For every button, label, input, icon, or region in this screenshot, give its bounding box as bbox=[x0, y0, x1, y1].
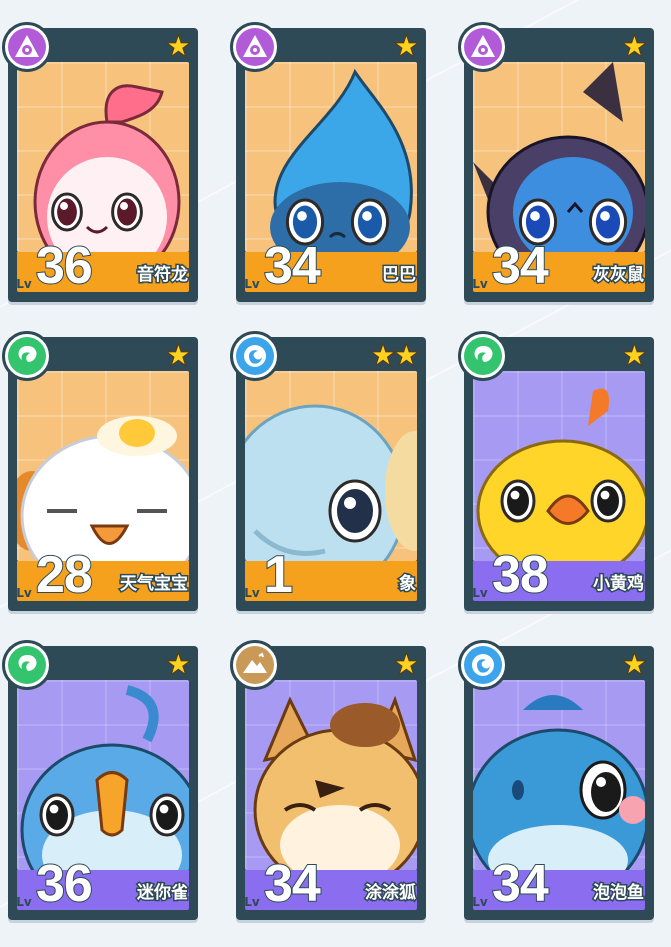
element-badge bbox=[458, 331, 508, 381]
level-value: 38 bbox=[491, 545, 550, 605]
star-icon: ★ bbox=[166, 341, 191, 371]
blue-fish-image bbox=[473, 695, 645, 870]
level-prefix: Lv bbox=[16, 277, 32, 291]
star-icon: ★ bbox=[370, 341, 395, 371]
pet-name: 涂涂狐 bbox=[364, 882, 418, 905]
creature-portrait bbox=[245, 680, 417, 870]
star-rating: ★ bbox=[394, 32, 419, 62]
star-icon: ★ bbox=[394, 32, 419, 62]
star-icon: ★ bbox=[394, 341, 419, 371]
pet-card[interactable]: ★ Lv 34 涂涂狐 bbox=[230, 640, 426, 920]
creature-portrait bbox=[473, 371, 645, 561]
star-rating: ★ bbox=[622, 341, 647, 371]
level-prefix: Lv bbox=[472, 277, 488, 291]
creature-portrait bbox=[17, 371, 189, 561]
level-prefix: Lv bbox=[16, 895, 32, 909]
element-badge bbox=[2, 640, 52, 690]
pet-card[interactable]: ★ Lv 34 巴巴 bbox=[230, 22, 426, 302]
creature-portrait bbox=[473, 680, 645, 870]
pet-name: 音符龙 bbox=[136, 264, 190, 287]
star-rating: ★ bbox=[622, 32, 647, 62]
pet-card[interactable]: ★ Lv 28 天气宝宝 bbox=[2, 331, 198, 611]
pink-sprout-image bbox=[33, 84, 181, 252]
pet-card[interactable]: ★ Lv 34 泡泡鱼 bbox=[458, 640, 654, 920]
level-prefix: Lv bbox=[244, 277, 260, 291]
star-rating: ★ bbox=[166, 32, 191, 62]
star-icon: ★ bbox=[622, 650, 647, 680]
creature-portrait bbox=[17, 680, 189, 870]
water-icon bbox=[464, 646, 502, 684]
level-prefix: Lv bbox=[244, 895, 260, 909]
bat-blob-image bbox=[473, 62, 645, 252]
creature-portrait bbox=[245, 62, 417, 252]
pet-name: 泡泡鱼 bbox=[592, 882, 646, 905]
creature-portrait bbox=[245, 371, 417, 561]
creature-portrait bbox=[17, 62, 189, 252]
pet-card[interactable]: ★ Lv 38 小黄鸡 bbox=[458, 331, 654, 611]
pet-name: 天气宝宝 bbox=[119, 573, 190, 596]
level-value: 34 bbox=[263, 854, 322, 914]
level-prefix: Lv bbox=[16, 586, 32, 600]
psychic-icon bbox=[464, 28, 502, 66]
blue-drop-image bbox=[270, 68, 413, 252]
element-badge bbox=[230, 22, 280, 72]
star-rating: ★ ★ bbox=[370, 341, 419, 371]
star-rating: ★ bbox=[394, 650, 419, 680]
element-badge bbox=[230, 331, 280, 381]
star-icon: ★ bbox=[394, 650, 419, 680]
blue-elephant-image bbox=[245, 404, 417, 561]
level-value: 36 bbox=[35, 854, 94, 914]
psychic-icon bbox=[8, 28, 46, 66]
ground-icon bbox=[236, 646, 274, 684]
pet-name: 巴巴 bbox=[381, 264, 418, 287]
level-value: 28 bbox=[35, 545, 94, 605]
level-value: 1 bbox=[263, 545, 294, 605]
star-icon: ★ bbox=[622, 341, 647, 371]
creature-portrait bbox=[473, 62, 645, 252]
grass-icon bbox=[8, 646, 46, 684]
star-rating: ★ bbox=[166, 341, 191, 371]
level-prefix: Lv bbox=[472, 586, 488, 600]
star-icon: ★ bbox=[622, 32, 647, 62]
element-badge bbox=[230, 640, 280, 690]
level-prefix: Lv bbox=[472, 895, 488, 909]
level-value: 36 bbox=[35, 236, 94, 296]
pet-name: 象 bbox=[398, 573, 418, 596]
yellow-chick-image bbox=[476, 388, 645, 561]
element-badge bbox=[2, 22, 52, 72]
star-rating: ★ bbox=[166, 650, 191, 680]
grass-icon bbox=[8, 337, 46, 375]
element-badge bbox=[2, 331, 52, 381]
level-value: 34 bbox=[263, 236, 322, 296]
pet-card[interactable]: ★ Lv 36 迷你雀 bbox=[2, 640, 198, 920]
level-value: 34 bbox=[491, 854, 550, 914]
pet-card-grid: ★ Lv 36 音符龙 ★ Lv 34 巴巴 ★ Lv 34 灰灰鼠 ★ Lv … bbox=[2, 22, 662, 928]
pet-card[interactable]: ★ Lv 34 灰灰鼠 bbox=[458, 22, 654, 302]
pet-name: 小黄鸡 bbox=[592, 573, 646, 596]
pet-card[interactable]: ★ Lv 36 音符龙 bbox=[2, 22, 198, 302]
star-rating: ★ bbox=[622, 650, 647, 680]
element-badge bbox=[458, 640, 508, 690]
pet-name: 灰灰鼠 bbox=[592, 264, 646, 287]
star-icon: ★ bbox=[166, 650, 191, 680]
water-icon bbox=[236, 337, 274, 375]
grass-icon bbox=[464, 337, 502, 375]
fox-image bbox=[253, 695, 417, 870]
pet-name: 迷你雀 bbox=[136, 882, 190, 905]
star-icon: ★ bbox=[166, 32, 191, 62]
blue-bird-image bbox=[20, 685, 189, 870]
psychic-icon bbox=[236, 28, 274, 66]
egg-chick-image bbox=[17, 416, 189, 561]
level-prefix: Lv bbox=[244, 586, 260, 600]
element-badge bbox=[458, 22, 508, 72]
level-value: 34 bbox=[491, 236, 550, 296]
pet-card[interactable]: ★ ★ Lv 1 象 bbox=[230, 331, 426, 611]
